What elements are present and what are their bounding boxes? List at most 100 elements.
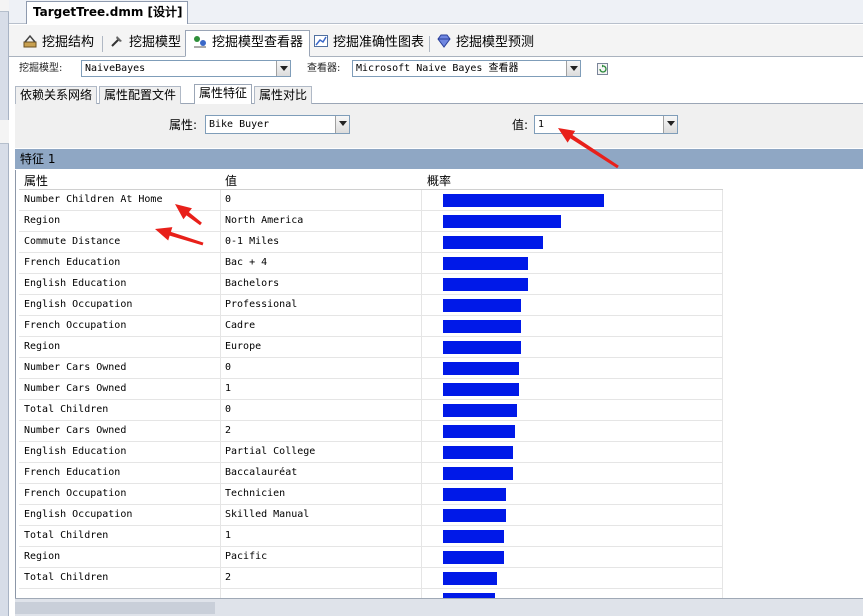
column-divider [722,337,723,358]
table-row[interactable]: Region Pacific [19,547,723,568]
column-divider [220,316,221,337]
cell-value: 2 [225,572,232,583]
table-row[interactable]: Number Cars Owned 1 [19,379,723,400]
column-divider [220,295,221,316]
probability-bar [443,467,513,480]
column-divider [421,211,422,232]
column-divider [421,337,422,358]
table-row[interactable]: French Occupation Cadre [19,316,723,337]
column-divider [421,421,422,442]
document-tab[interactable]: TargetTree.dmm [设计] [26,1,188,24]
tab-mining-models[interactable]: 挖掘模型 [102,30,188,56]
tab-label: 挖掘模型查看器 [212,35,304,50]
chevron-down-icon[interactable] [335,116,349,133]
column-divider [421,379,422,400]
tab-model-prediction[interactable]: 挖掘模型预测 [429,30,541,56]
cell-attribute: French Occupation [24,320,127,331]
tab-accuracy-chart[interactable]: 挖掘准确性图表 [306,30,431,56]
mining-model-icon [109,33,125,49]
table-row[interactable]: English Education Partial College [19,442,723,463]
probability-bar [443,425,515,438]
subtab-dependency-network[interactable]: 依赖关系网络 [15,86,98,105]
value-select[interactable]: 1 [534,115,678,134]
table-row[interactable] [19,589,723,598]
table-row[interactable]: Region Europe [19,337,723,358]
table-row[interactable]: French Education Baccalauréat [19,463,723,484]
probability-bar [443,236,543,249]
subtab-attribute-discrimination[interactable]: 属性对比 [254,86,313,105]
table-row[interactable]: English Occupation Skilled Manual [19,505,723,526]
probability-bar [443,446,513,459]
probability-bar [443,488,506,501]
probability-bar [443,362,519,375]
column-divider [220,484,221,505]
mining-model-label: 挖掘模型: [19,63,63,74]
probability-bar [443,299,521,312]
column-divider [421,526,422,547]
cell-value: Bac + 4 [225,257,268,268]
column-divider [421,358,422,379]
tab-mining-structure[interactable]: 挖掘结构 [15,30,101,56]
chevron-down-icon[interactable] [663,116,677,133]
cell-value: Baccalauréat [225,467,298,478]
column-divider [220,568,221,589]
value-value: 1 [538,119,545,130]
column-divider [722,232,723,253]
mining-model-select[interactable]: NaiveBayes [81,60,291,77]
attribute-label: 属性: [169,118,198,132]
header-value[interactable]: 值 [225,172,237,190]
refresh-icon[interactable] [596,62,610,76]
cell-value: Skilled Manual [225,509,310,520]
cell-attribute: Number Cars Owned [24,425,127,436]
cell-attribute: Total Children [24,572,109,583]
subtab-attribute-profiles[interactable]: 属性配置文件 [99,86,182,105]
cell-attribute: Commute Distance [24,236,121,247]
column-divider [220,442,221,463]
table-row[interactable]: English Occupation Professional [19,295,723,316]
tab-model-viewer[interactable]: 挖掘模型查看器 [185,30,311,57]
cell-value: 0 [225,362,232,373]
cell-attribute: Number Cars Owned [24,362,127,373]
cell-attribute: Region [24,551,61,562]
attribute-value: Bike Buyer [209,119,270,130]
chevron-down-icon[interactable] [276,61,290,76]
table-row[interactable]: Total Children 1 [19,526,723,547]
column-divider [220,463,221,484]
cell-value: 0 [225,194,232,205]
viewer-label: 查看器: [307,63,341,74]
header-probability[interactable]: 概率 [427,172,451,190]
column-divider [220,400,221,421]
probability-bar [443,278,528,291]
attribute-select[interactable]: Bike Buyer [205,115,350,134]
table-row[interactable]: Number Children At Home 0 [19,190,723,211]
table-row[interactable]: Number Cars Owned 2 [19,421,723,442]
column-divider [421,463,422,484]
table-row[interactable]: Total Children 0 [19,400,723,421]
column-divider [421,295,422,316]
table-row[interactable]: French Occupation Technicien [19,484,723,505]
viewer-toolbar: 挖掘模型: NaiveBayes 查看器: Microsoft Naive Ba… [9,57,863,83]
left-strip-block [0,0,9,12]
cell-value: Professional [225,299,298,310]
column-divider [722,295,723,316]
chevron-down-icon[interactable] [566,61,580,76]
probability-bar [443,341,521,354]
viewer-select[interactable]: Microsoft Naive Bayes 查看器 [352,60,581,77]
probability-bar [443,404,517,417]
table-row[interactable]: Region North America [19,211,723,232]
subtab-attribute-characteristics[interactable]: 属性特征 [194,84,253,105]
cell-value: Europe [225,341,262,352]
mining-structure-icon [22,33,38,49]
column-divider [722,484,723,505]
table-row[interactable]: Commute Distance 0-1 Miles [19,232,723,253]
characteristics-grid[interactable]: 属性 值 概率 Number Children At Home 0 Region No… [15,170,863,598]
column-divider [220,505,221,526]
probability-bar [443,257,528,270]
table-row[interactable]: French Education Bac + 4 [19,253,723,274]
table-row[interactable]: Number Cars Owned 0 [19,358,723,379]
scrollbar-thumb[interactable] [15,602,215,614]
table-row[interactable]: English Education Bachelors [19,274,723,295]
header-attribute[interactable]: 属性 [24,172,48,190]
table-row[interactable]: Total Children 2 [19,568,723,589]
horizontal-scrollbar[interactable] [15,598,863,616]
